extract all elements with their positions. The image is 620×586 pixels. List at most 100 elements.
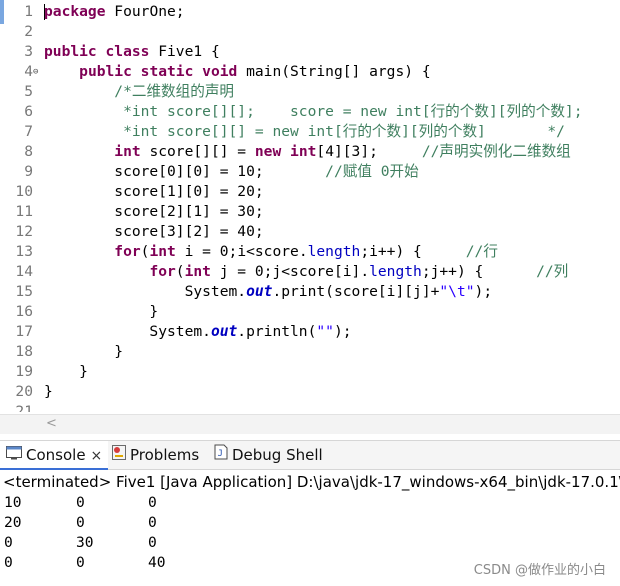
code-text: package FourOne; [44, 2, 185, 22]
code-token: main(String[] args) { [237, 63, 431, 80]
console-tab-bar: Console × Problems J Debug Shell [0, 440, 620, 470]
code-line[interactable]: 19 } [0, 362, 620, 382]
code-line[interactable]: 12 score[3][2] = 40; [0, 222, 620, 242]
code-line[interactable]: 13 for(int i = 0;i<score.length;i++) { /… [0, 242, 620, 262]
code-token: *int score[][] = new int[行的个数][列的个数] */ [44, 123, 565, 140]
code-line[interactable]: 3 public class Five1 { [0, 42, 620, 62]
code-token: length [307, 243, 361, 260]
output-cell: 40 [148, 554, 166, 571]
output-cell: 0 [76, 514, 85, 531]
code-token: int [149, 243, 176, 260]
scroll-left-icon[interactable]: < [46, 416, 57, 431]
code-token: //列 [536, 263, 569, 280]
code-text: System.out.println(""); [44, 322, 352, 342]
line-number: 6 [24, 103, 33, 120]
debug-shell-icon: J [214, 441, 228, 470]
svg-text:J: J [218, 449, 223, 459]
code-line[interactable]: 8 int score[][] = new int[4][3]; //声明实例化… [0, 142, 620, 162]
output-cell: 20 [4, 514, 22, 531]
fold-toggle-icon[interactable]: ⊖ [33, 62, 43, 82]
code-line[interactable]: 2 [0, 22, 620, 42]
output-cell: 0 [148, 494, 157, 511]
horizontal-scrollbar[interactable]: < [0, 414, 620, 434]
code-line[interactable]: 14 for(int j = 0;j<score[i].length;j++) … [0, 262, 620, 282]
line-number: 13 [15, 243, 33, 260]
code-line[interactable]: 1 package FourOne; [0, 2, 620, 22]
output-cell: 0 [148, 514, 157, 531]
code-text: } [44, 302, 158, 322]
code-text: score[2][1] = 30; [44, 202, 263, 222]
code-line[interactable]: 21 [0, 402, 620, 412]
code-line[interactable]: 20} [0, 382, 620, 402]
code-token: System. [44, 323, 211, 340]
code-line[interactable]: 5 /*二维数组的声明 [0, 82, 620, 102]
code-line[interactable]: 15 System.out.print(score[i][j]+"\t"); [0, 282, 620, 302]
code-line[interactable]: 7 *int score[][] = new int[行的个数][列的个数] *… [0, 122, 620, 142]
line-number: 4 [24, 63, 33, 80]
output-cell: 0 [76, 554, 85, 571]
output-cell: 0 [4, 534, 13, 551]
code-line[interactable]: 6 *int score[][]; score = new int[行的个数][… [0, 102, 620, 122]
code-token: ( [175, 263, 185, 280]
code-text: System.out.print(score[i][j]+"\t"); [44, 282, 493, 302]
code-text: } [44, 382, 53, 402]
code-line[interactable]: 10 score[1][0] = 20; [0, 182, 620, 202]
code-line[interactable]: 9 score[0][0] = 10; //赋值 0开始 [0, 162, 620, 182]
code-token: .println( [237, 323, 317, 340]
code-token: ;i++) { [360, 243, 466, 260]
code-line[interactable]: 17 System.out.println(""); [0, 322, 620, 342]
console-status: <terminated> Five1 [Java Application] D:… [0, 471, 620, 493]
code-token: /*二维数组的声明 [44, 83, 235, 100]
output-cell: 0 [148, 534, 157, 551]
code-text: int score[][] = new int[4][3]; //声明实例化二维… [44, 142, 571, 162]
code-editor[interactable]: 1 package FourOne; 2 3 public class Five1 {4… [0, 0, 620, 412]
code-token: out [210, 323, 238, 340]
code-line[interactable]: 11 score[2][1] = 30; [0, 202, 620, 222]
console-icon [6, 441, 22, 470]
code-line[interactable]: 4 ⊖ public static void main(String[] args… [0, 62, 620, 82]
code-token: "" [316, 323, 334, 340]
line-number: 12 [15, 223, 33, 240]
code-text: } [44, 342, 123, 362]
code-token: j = 0;j<score[i]. [210, 263, 370, 280]
code-token: FourOne; [105, 3, 185, 20]
line-number: 15 [15, 283, 33, 300]
code-text: public class Five1 { [44, 42, 220, 62]
code-token: System. [44, 283, 247, 300]
code-token: score[3][2] = 40; [44, 223, 264, 240]
code-token: [4][3]; [316, 143, 422, 160]
close-icon[interactable]: × [91, 448, 103, 464]
line-number: 17 [15, 323, 33, 340]
code-token: Five1 { [149, 43, 220, 60]
code-token: for [149, 263, 176, 280]
tab-problems-label: Problems [130, 446, 200, 464]
code-token: } [44, 383, 53, 400]
watermark: CSDN @做作业的小白 [473, 563, 606, 578]
line-number: 19 [15, 363, 33, 380]
code-text: for(int j = 0;j<score[i].length;j++) { /… [44, 262, 568, 282]
code-token: out [246, 283, 273, 300]
tab-debug-shell-label: Debug Shell [232, 446, 323, 464]
code-line[interactable]: 18 } [0, 342, 620, 362]
line-number: 7 [24, 123, 33, 140]
code-token: } [44, 363, 88, 380]
tab-debug-shell[interactable]: J Debug Shell [214, 441, 323, 470]
code-token: } [44, 343, 124, 360]
code-token: //赋值 0开始 [325, 163, 419, 180]
code-token: //声明实例化二维数组 [421, 143, 571, 160]
tab-problems[interactable]: Problems [112, 441, 199, 470]
line-number: 16 [15, 303, 33, 320]
code-text: for(int i = 0;i<score.length;i++) { //行 [44, 242, 498, 262]
code-token: package [44, 3, 106, 20]
output-cell: 0 [76, 494, 85, 511]
code-token: ); [333, 323, 352, 340]
output-cell: 30 [76, 534, 94, 551]
code-token: score[1][0] = 20; [44, 183, 264, 200]
tab-console[interactable]: Console × [0, 441, 108, 470]
line-number: 11 [15, 203, 33, 220]
line-number: 3 [24, 43, 33, 60]
code-line[interactable]: 16 } [0, 302, 620, 322]
line-number: 10 [15, 183, 33, 200]
